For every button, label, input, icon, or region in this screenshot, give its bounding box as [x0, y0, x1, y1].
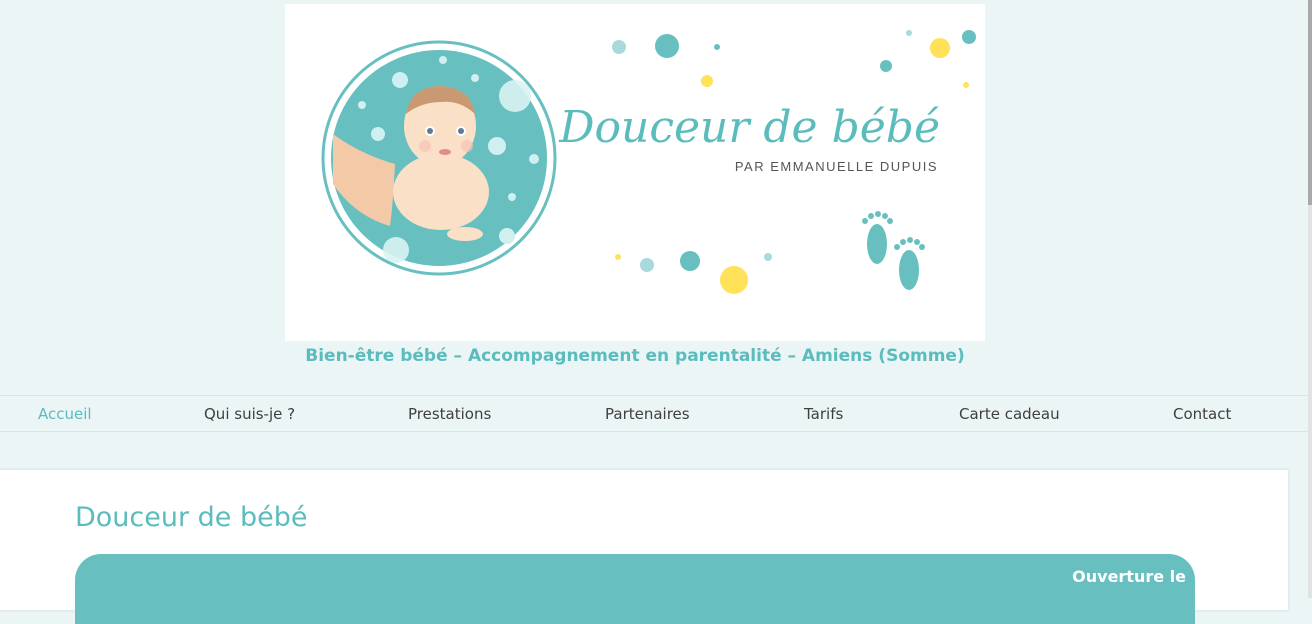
nav-item-partenaires[interactable]: Partenaires [605, 405, 690, 423]
announcement-banner: Ouverture le [75, 554, 1195, 624]
nav-item-accueil[interactable]: Accueil [38, 405, 92, 423]
logo-subtitle: PAR EMMANUELLE DUPUIS [735, 159, 938, 174]
site-tagline: Bien-être bébé – Accompagnement en paren… [305, 346, 965, 366]
baby-massage-illustration [321, 40, 557, 276]
header-logo-banner[interactable]: Douceur de bébé PAR EMMANUELLE DUPUIS [285, 4, 985, 341]
nav-item-prestations[interactable]: Prestations [408, 405, 491, 423]
nav-item-qui-suis-je[interactable]: Qui suis-je ? [204, 405, 295, 423]
scrollbar[interactable] [1308, 0, 1312, 598]
nav-item-carte-cadeau[interactable]: Carte cadeau [959, 405, 1060, 423]
baby-footprints-icon [862, 211, 925, 290]
logo-title: Douceur de bébé [558, 102, 940, 153]
main-navigation: Accueil Qui suis-je ? Prestations Parten… [0, 395, 1308, 432]
scrollbar-thumb[interactable] [1308, 0, 1312, 205]
nav-item-contact[interactable]: Contact [1173, 405, 1231, 423]
page-title: Douceur de bébé [75, 502, 308, 533]
nav-item-tarifs[interactable]: Tarifs [804, 405, 843, 423]
main-content: Douceur de bébé Ouverture le [0, 470, 1288, 624]
announcement-text: Ouverture le [1072, 567, 1186, 586]
